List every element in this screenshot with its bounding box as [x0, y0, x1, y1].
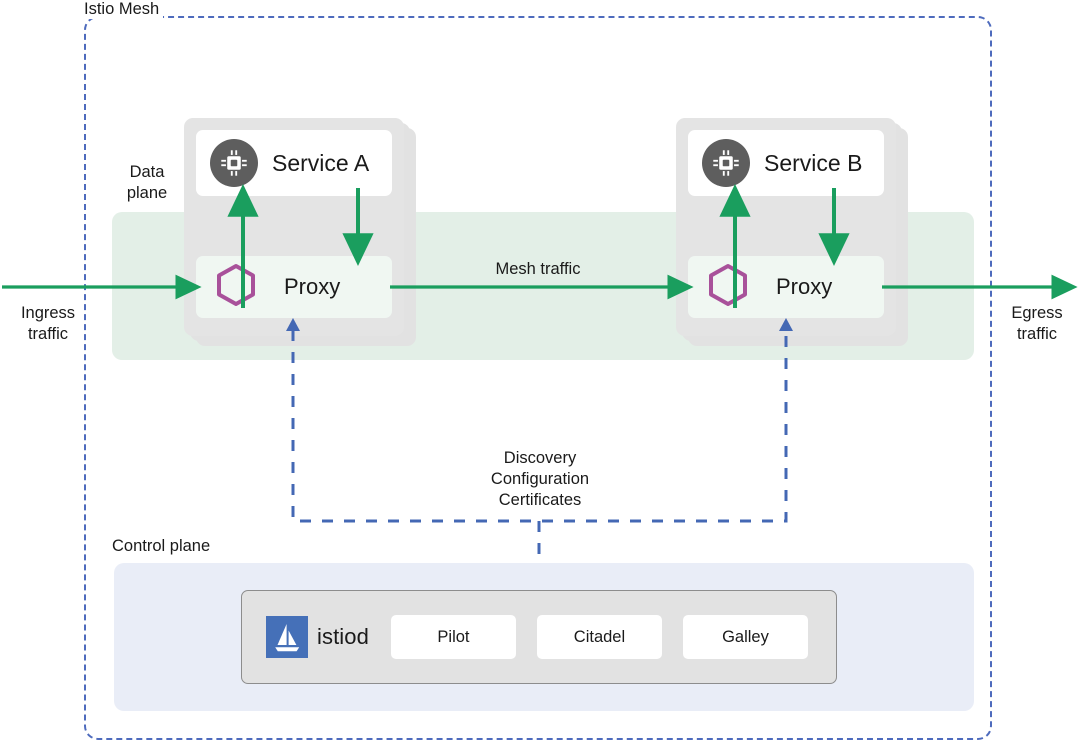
sailboat-icon: [266, 616, 308, 658]
hexagon-icon: [704, 261, 752, 314]
component-citadel[interactable]: Citadel: [536, 615, 662, 659]
proxy-b-label: Proxy: [776, 274, 833, 299]
component-galley[interactable]: Galley: [682, 615, 808, 659]
proxy-a-label: Proxy: [284, 274, 341, 299]
data-plane-label: Data plane: [126, 163, 168, 202]
mesh-traffic-label: Mesh traffic: [495, 260, 581, 278]
pod-service-b[interactable]: Service B Proxy: [676, 118, 908, 346]
control-plane-label: Control plane: [112, 537, 211, 555]
pod-service-a[interactable]: Service A Proxy: [184, 118, 416, 346]
cpu-chip-icon: [702, 139, 750, 187]
hexagon-icon: [212, 261, 260, 314]
component-galley-label: Galley: [722, 627, 769, 646]
ingress-traffic-label: Ingress traffic: [20, 304, 76, 343]
diagram-canvas: Istio Mesh Data plane Service A Proxy Se…: [0, 0, 1080, 744]
component-citadel-label: Citadel: [573, 627, 626, 646]
service-a-label: Service A: [272, 149, 370, 176]
istio-mesh-label: Istio Mesh: [84, 0, 164, 19]
service-b-card[interactable]: Service B: [688, 130, 884, 196]
istiod-label: istiod: [317, 624, 369, 649]
proxy-b-card[interactable]: Proxy: [688, 256, 884, 318]
service-a-card[interactable]: Service A: [196, 130, 392, 196]
cpu-chip-icon: [210, 139, 258, 187]
component-pilot[interactable]: Pilot: [390, 615, 516, 659]
istiod-brand: istiod: [266, 616, 369, 658]
control-plane-components: Pilot Citadel Galley: [390, 615, 808, 659]
egress-traffic-label: Egress traffic: [1011, 304, 1063, 343]
service-b-label: Service B: [764, 149, 863, 176]
component-pilot-label: Pilot: [437, 627, 470, 646]
istiod-panel[interactable]: istiod Pilot Citadel Galley: [241, 590, 837, 684]
proxy-a-card[interactable]: Proxy: [196, 256, 392, 318]
discovery-config-certs-label: Discovery Configuration Certificates: [490, 449, 590, 509]
